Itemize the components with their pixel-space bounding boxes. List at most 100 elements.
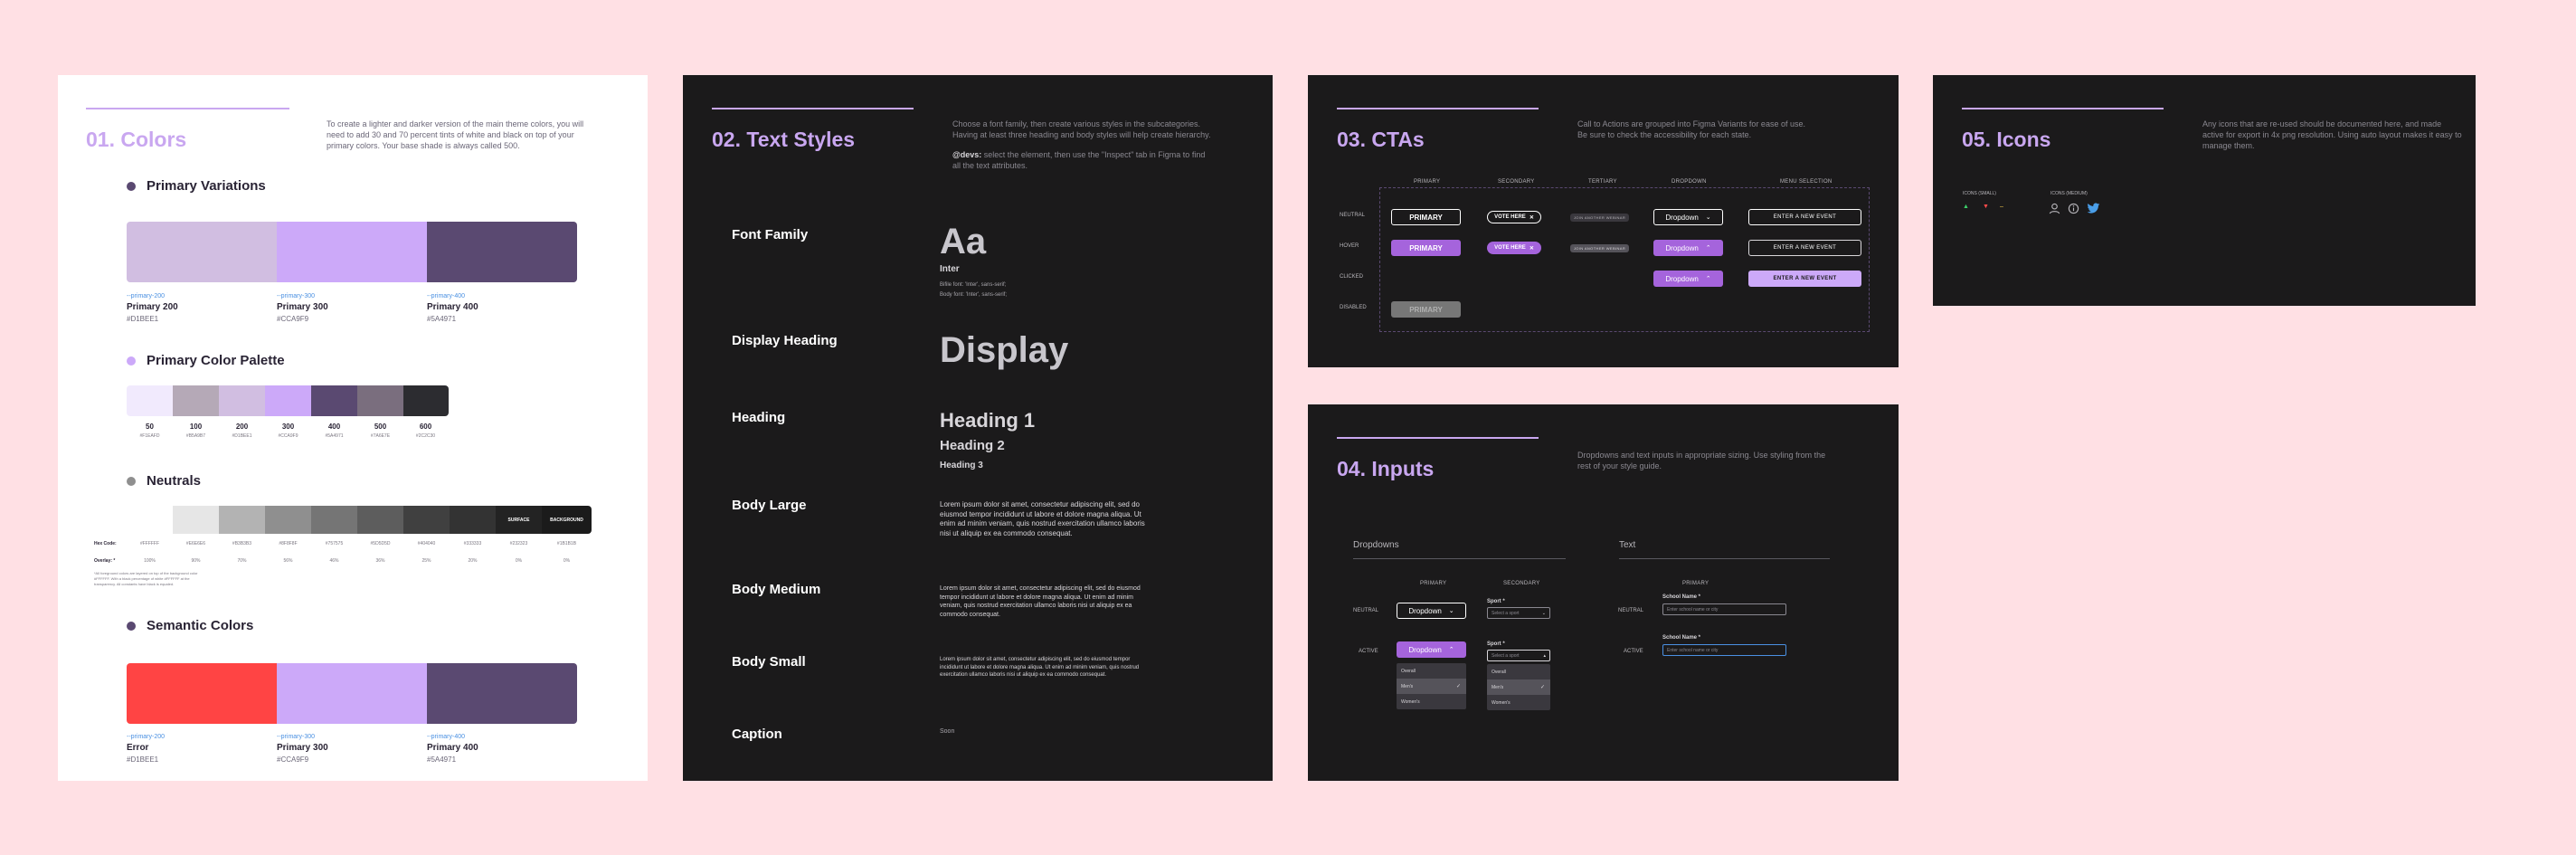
swatch-error[interactable] <box>127 663 277 724</box>
neutral-e6e6e6[interactable] <box>173 506 219 534</box>
neutrals-heading: Neutrals <box>127 473 201 489</box>
icons-title: 05. Icons <box>1962 128 2051 151</box>
text-styles-dev-note: @devs: select the element, then use the … <box>952 149 1215 171</box>
chevron-up-icon: ▴ <box>1543 652 1546 659</box>
menu-item-overall[interactable]: Overall <box>1397 663 1466 679</box>
info-icon <box>2068 203 2079 214</box>
tertiary-button-neutral[interactable]: JOIN ANOTHER WEBINAR <box>1570 214 1629 222</box>
swatch-primary-200[interactable] <box>127 222 277 282</box>
neutral-757575[interactable] <box>311 506 357 534</box>
colors-frame[interactable]: 01. Colors To create a lighter and darke… <box>58 75 648 781</box>
sport-select-neutral[interactable]: Select a sport ⌄ <box>1487 607 1550 619</box>
palette-50[interactable] <box>127 385 173 416</box>
neutral-ffffff[interactable] <box>127 506 173 534</box>
palette-hex: #F1EAFD <box>139 433 160 439</box>
dropdown-label: Dropdown <box>1408 606 1442 615</box>
vote-button-hover[interactable]: VOTE HERE ✕ <box>1487 242 1541 254</box>
primary-button-neutral[interactable]: PRIMARY <box>1391 209 1461 225</box>
neutral-overlay: 25% <box>421 558 431 564</box>
column-secondary: SECONDARY <box>1498 179 1535 185</box>
menu-item-mens[interactable]: Men's ✓ <box>1487 679 1550 695</box>
menu-item-overall[interactable]: Overall <box>1487 664 1550 679</box>
neutral-hex: #B3B3B3 <box>232 541 252 546</box>
menu-selection-neutral[interactable]: ENTER A NEW EVENT <box>1748 209 1861 225</box>
palette-200[interactable] <box>219 385 265 416</box>
vote-button-neutral[interactable]: VOTE HERE ✕ <box>1487 211 1541 223</box>
palette-400[interactable] <box>311 385 357 416</box>
swatch-name: Error <box>127 743 149 753</box>
school-input-active[interactable]: Enter school name or city <box>1662 644 1786 656</box>
inputs-frame[interactable]: 04. Inputs Dropdowns and text inputs in … <box>1308 404 1899 781</box>
row-neutral: NEUTRAL <box>1340 213 1366 218</box>
dropdown-row-active: ACTIVE <box>1359 649 1378 654</box>
section-heading-text: Semantic Colors <box>147 618 254 633</box>
tertiary-button-hover[interactable]: JOIN ANOTHER WEBINAR <box>1570 244 1629 252</box>
semantic-swatches <box>127 663 577 724</box>
palette-label: 100 <box>189 423 203 431</box>
chevron-up-icon: ⌃ <box>1705 245 1711 252</box>
menu-selection-clicked[interactable]: ENTER A NEW EVENT <box>1748 271 1861 287</box>
neutral-hex: #8F8F8F <box>279 541 298 546</box>
menu-selection-hover[interactable]: ENTER A NEW EVENT <box>1748 240 1861 256</box>
twitter-icon[interactable] <box>2087 203 2100 214</box>
semantic-colors-heading: Semantic Colors <box>127 618 253 633</box>
palette-600[interactable] <box>403 385 449 416</box>
neutral-overlay: 56% <box>283 558 293 564</box>
row-hover: HOVER <box>1340 243 1359 249</box>
neutral-overlay: 36% <box>375 558 385 564</box>
swatch-variable: --primary-400 <box>427 734 466 740</box>
menu-item-womens[interactable]: Women's <box>1397 694 1466 709</box>
text-styles-description: Choose a font family, then create variou… <box>952 119 1211 139</box>
dropdown-neutral[interactable]: Dropdown ⌄ <box>1653 209 1723 225</box>
palette-100[interactable] <box>173 385 219 416</box>
palette-label: 300 <box>281 423 295 431</box>
ctas-frame[interactable]: 03. CTAs Call to Actions are grouped int… <box>1308 75 1899 367</box>
neutral-333333[interactable] <box>450 506 496 534</box>
swatch-primary-300[interactable] <box>277 222 427 282</box>
neutral-hex: #333333 <box>463 541 482 546</box>
dropdown-hover[interactable]: Dropdown ⌃ <box>1653 240 1723 256</box>
dropdown-clicked[interactable]: Dropdown ⌃ <box>1653 271 1723 287</box>
neutral-b3b3b3[interactable] <box>219 506 265 534</box>
menu-item-womens[interactable]: Women's <box>1487 695 1550 710</box>
neutral-5d5d5d[interactable] <box>357 506 403 534</box>
neutral-8f8f8f[interactable] <box>265 506 311 534</box>
swatch-primary-400[interactable] <box>427 222 577 282</box>
heading-2-sample: Heading 2 <box>940 438 1005 453</box>
icons-frame[interactable]: 05. Icons Any icons that are re-used sho… <box>1933 75 2476 306</box>
primary-button-hover[interactable]: PRIMARY <box>1391 240 1461 256</box>
neutral-404040[interactable] <box>403 506 450 534</box>
input-dropdown-neutral[interactable]: Dropdown ⌄ <box>1397 603 1466 619</box>
neutral-background[interactable]: BACKGROUND <box>542 506 592 534</box>
primary-button-disabled[interactable]: PRIMARY <box>1391 301 1461 318</box>
check-icon: ✓ <box>1455 684 1461 689</box>
menu-item-mens[interactable]: Men's ✓ <box>1397 679 1466 694</box>
neutral-overlay: 20% <box>468 558 478 564</box>
input-dropdown-active[interactable]: Dropdown ⌃ <box>1397 641 1466 658</box>
section-heading-text: Primary Variations <box>147 178 266 194</box>
neutral-overlay: 0% <box>563 558 571 564</box>
palette-label: 200 <box>235 423 249 431</box>
ctas-title: 03. CTAs <box>1337 128 1425 151</box>
neutral-surface[interactable]: SURFACE <box>496 506 542 534</box>
dropdown-label: Dropdown <box>1665 274 1699 283</box>
font-family-name: Inter <box>940 264 960 274</box>
row-disabled: DISABLED <box>1340 305 1367 310</box>
primary-variations-heading: Primary Variations <box>127 178 266 194</box>
menu-item-mens-label: Men's <box>1401 683 1414 689</box>
dropdown-label: Dropdown <box>1665 213 1699 222</box>
arrow-up-green-icon: ▲ <box>1963 204 1969 210</box>
swatch-primary-400[interactable] <box>427 663 577 724</box>
palette-500[interactable] <box>357 385 403 416</box>
swatch-primary-300[interactable] <box>277 663 427 724</box>
chevron-down-icon: ⌄ <box>1705 214 1711 221</box>
section-heading-text: Primary Color Palette <box>147 353 285 368</box>
palette-300[interactable] <box>265 385 311 416</box>
text-styles-frame[interactable]: 02. Text Styles Choose a font family, th… <box>683 75 1273 781</box>
sport-select-active[interactable]: Select a sport ▴ <box>1487 650 1550 661</box>
swatch-hex: #D1BEE1 <box>127 755 159 764</box>
text-row-neutral: NEUTRAL <box>1618 608 1644 613</box>
hex-code-label: Hex Code: <box>94 541 117 546</box>
school-input-neutral[interactable]: Enter school name or city <box>1662 603 1786 615</box>
palette-swatches <box>127 385 449 416</box>
